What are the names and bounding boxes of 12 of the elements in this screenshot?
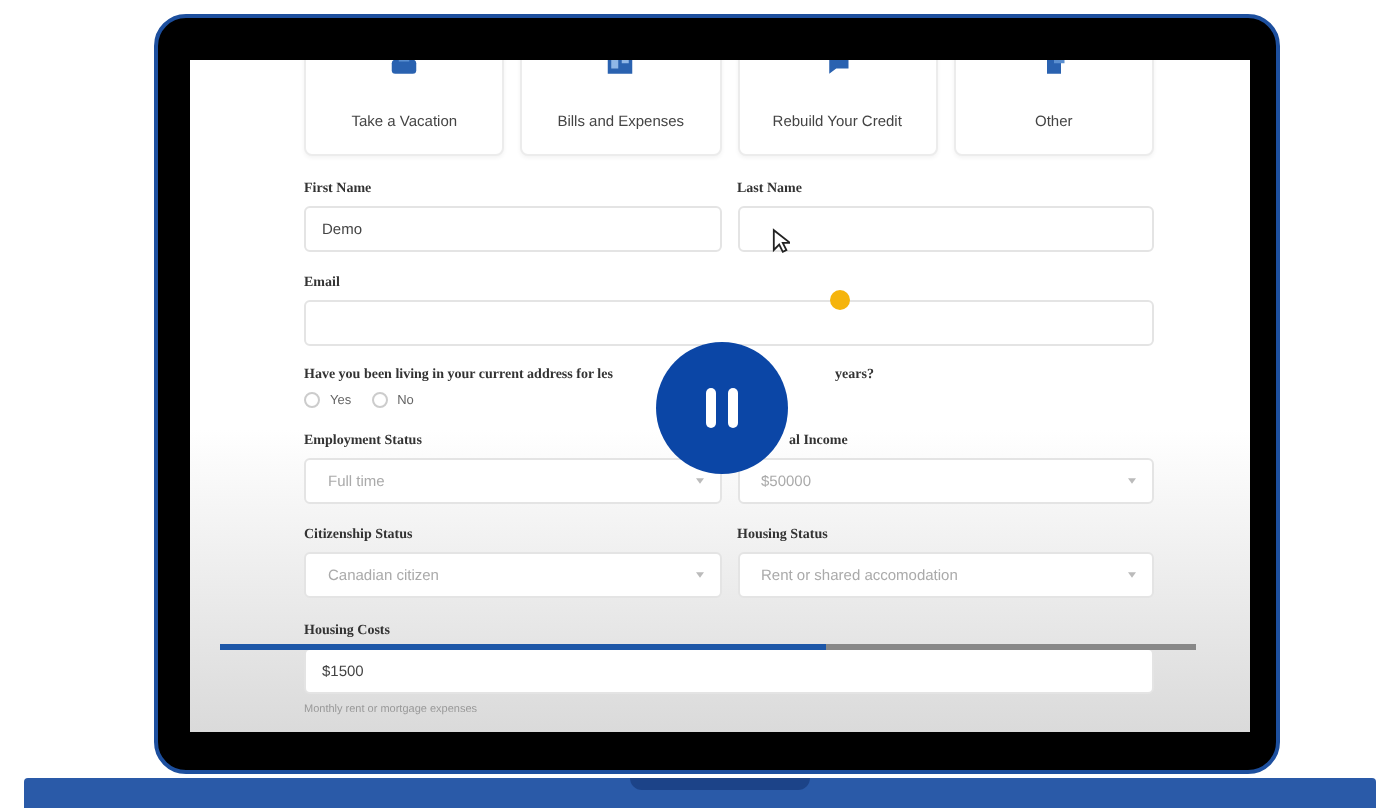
input-field[interactable] [304, 300, 1154, 346]
mouse-pointer-icon [772, 228, 790, 254]
caret-icon [695, 572, 703, 578]
progress-bar[interactable] [220, 644, 1196, 650]
input-field[interactable] [737, 205, 1154, 251]
chat-icon [823, 60, 852, 76]
pause-icon [702, 384, 742, 432]
caret-icon [1128, 572, 1136, 578]
caret-icon [1128, 477, 1136, 483]
document-icon [606, 60, 635, 76]
click-indicator [830, 290, 850, 310]
suitcase-icon [390, 60, 419, 76]
